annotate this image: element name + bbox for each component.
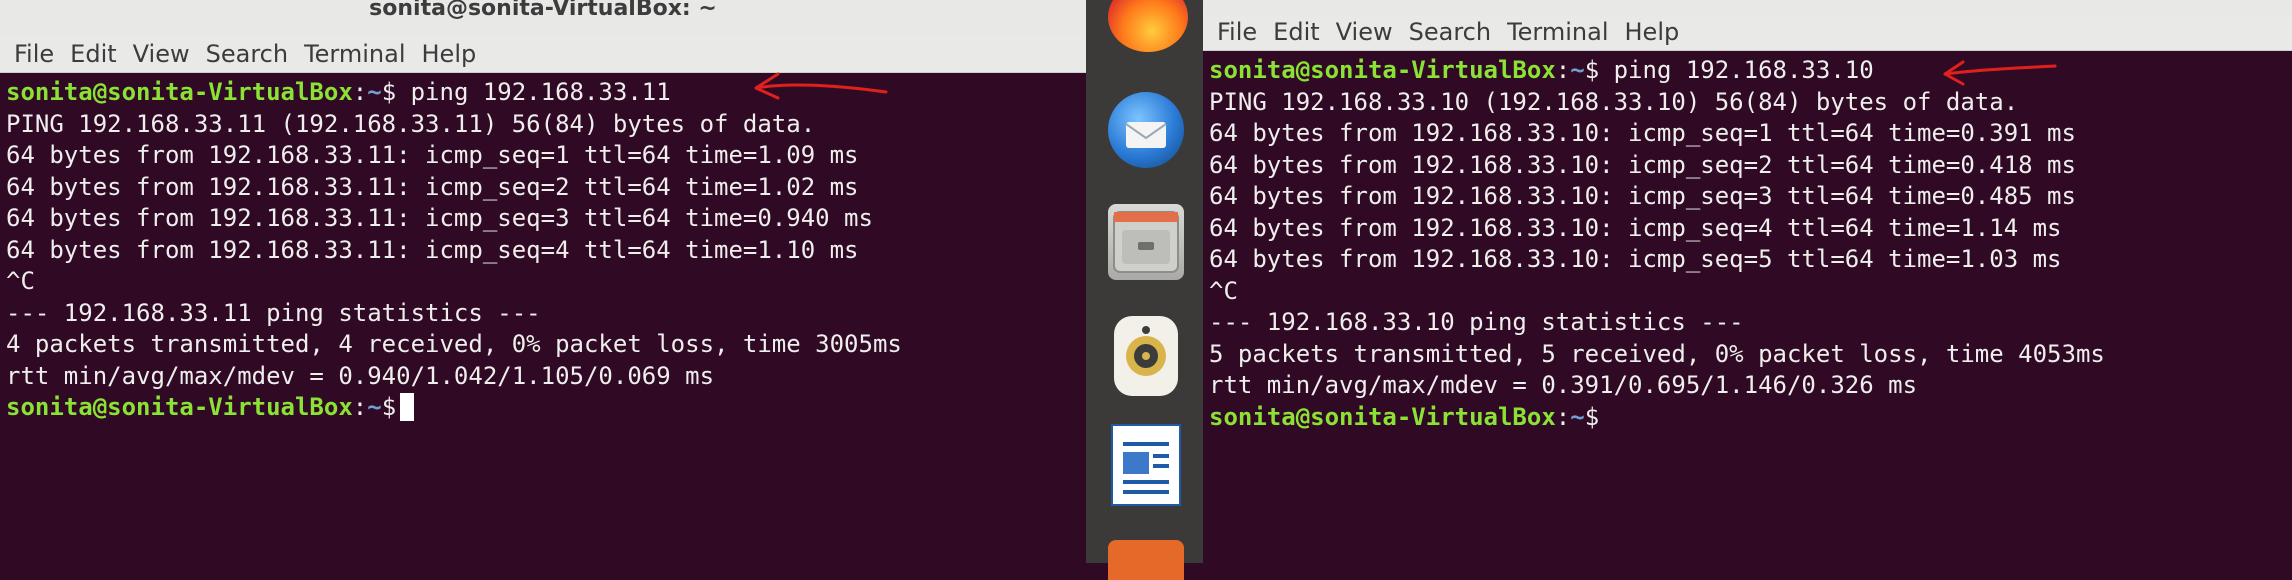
libreoffice-writer-icon[interactable] <box>1109 422 1183 508</box>
menu-bar: File Edit View Search Terminal Help <box>1203 14 2292 51</box>
menu-search[interactable]: Search <box>1409 18 1491 46</box>
terminal-window-right[interactable]: File Edit View Search Terminal Help soni… <box>1203 0 2292 563</box>
prompt-path: ~ <box>1570 402 1585 431</box>
output-line: PING 192.168.33.10 (192.168.33.10) 56(84… <box>1209 87 2019 116</box>
menu-terminal[interactable]: Terminal <box>304 40 405 68</box>
annotation-arrow-icon <box>1943 60 2057 86</box>
terminal-screen[interactable]: sonita@sonita-VirtualBox:~$ ping 192.168… <box>0 73 1086 428</box>
output-line: --- 192.168.33.10 ping statistics --- <box>1209 308 1744 336</box>
prompt-symbol: $ <box>1584 56 1600 84</box>
annotation-arrow-icon <box>754 72 888 100</box>
prompt-path: ~ <box>367 393 382 421</box>
menu-search[interactable]: Search <box>206 40 288 68</box>
ubuntu-dock <box>1086 0 1203 580</box>
menu-view[interactable]: View <box>1336 18 1393 46</box>
output-line: 4 packets transmitted, 4 received, 0% pa… <box>6 330 902 358</box>
command-text: ping 192.168.33.11 <box>396 78 671 106</box>
prompt-symbol: $ <box>381 78 397 106</box>
prompt-path: ~ <box>367 78 382 106</box>
output-line: ^C <box>1209 276 1238 305</box>
output-line: PING 192.168.33.11 (192.168.33.11) 56(84… <box>6 109 816 138</box>
prompt-user: sonita@sonita-VirtualBox <box>1209 402 1556 431</box>
prompt-symbol: $ <box>1584 402 1600 431</box>
prompt-user: sonita@sonita-VirtualBox <box>1209 56 1556 84</box>
text-cursor <box>400 393 415 421</box>
prompt-user: sonita@sonita-VirtualBox <box>6 393 353 421</box>
command-text: ping 192.168.33.10 <box>1599 56 1874 84</box>
menu-help[interactable]: Help <box>1625 18 1680 46</box>
prompt-line: sonita@sonita-VirtualBox:~$ ping 192.168… <box>1209 56 1874 84</box>
prompt-line: sonita@sonita-VirtualBox:~$ <box>6 392 1080 424</box>
prompt-user: sonita@sonita-VirtualBox <box>6 78 353 106</box>
output-line: 64 bytes from 192.168.33.11: icmp_seq=3 … <box>6 204 873 232</box>
menu-view[interactable]: View <box>133 40 190 68</box>
terminal-window-left[interactable]: sonita@sonita-VirtualBox: ~ File Edit Vi… <box>0 0 1086 563</box>
output-line: 64 bytes from 192.168.33.10: icmp_seq=4 … <box>1209 213 2062 242</box>
menu-file[interactable]: File <box>14 40 54 68</box>
prompt-line: sonita@sonita-VirtualBox:~$ <box>1209 402 1600 431</box>
output-line: 64 bytes from 192.168.33.10: icmp_seq=5 … <box>1209 245 2062 273</box>
output-line: rtt min/avg/max/mdev = 0.940/1.042/1.105… <box>6 361 715 390</box>
output-line: ^C <box>6 267 35 295</box>
firefox-icon[interactable] <box>1108 0 1188 52</box>
prompt-path: ~ <box>1570 56 1585 84</box>
menu-help[interactable]: Help <box>422 40 477 68</box>
output-line: rtt min/avg/max/mdev = 0.391/0.695/1.146… <box>1209 371 1918 399</box>
terminal-screen[interactable]: sonita@sonita-VirtualBox:~$ ping 192.168… <box>1203 51 2292 437</box>
prompt-line: sonita@sonita-VirtualBox:~$ ping 192.168… <box>6 78 671 106</box>
files-icon[interactable] <box>1108 204 1184 280</box>
output-line: --- 192.168.33.11 ping statistics --- <box>6 298 541 327</box>
output-line: 64 bytes from 192.168.33.10: icmp_seq=2 … <box>1209 150 2076 179</box>
output-line: 64 bytes from 192.168.33.11: icmp_seq=4 … <box>6 235 859 264</box>
window-title: sonita@sonita-VirtualBox: ~ <box>0 0 1086 36</box>
output-line: 5 packets transmitted, 5 received, 0% pa… <box>1209 339 2105 368</box>
menu-edit[interactable]: Edit <box>1273 18 1319 46</box>
rhythmbox-icon[interactable] <box>1114 316 1178 396</box>
window-title-bar <box>1203 0 2292 14</box>
output-line: 64 bytes from 192.168.33.11: icmp_seq=2 … <box>6 172 859 201</box>
output-line: 64 bytes from 192.168.33.10: icmp_seq=1 … <box>1209 119 2076 147</box>
software-icon[interactable] <box>1108 540 1184 580</box>
thunderbird-icon[interactable] <box>1108 92 1184 168</box>
menu-edit[interactable]: Edit <box>70 40 116 68</box>
prompt-symbol: $ <box>381 393 397 421</box>
output-line: 64 bytes from 192.168.33.11: icmp_seq=1 … <box>6 141 859 169</box>
menu-file[interactable]: File <box>1217 18 1257 46</box>
output-line: 64 bytes from 192.168.33.10: icmp_seq=3 … <box>1209 182 2076 210</box>
menu-bar: File Edit View Search Terminal Help <box>0 36 1086 73</box>
menu-terminal[interactable]: Terminal <box>1507 18 1608 46</box>
